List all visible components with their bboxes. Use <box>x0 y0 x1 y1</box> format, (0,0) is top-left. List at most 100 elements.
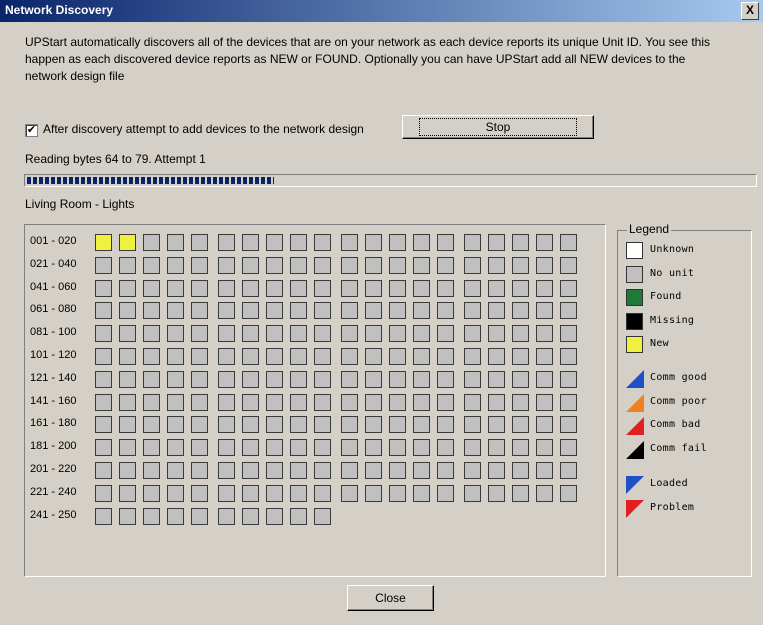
unit-cell[interactable] <box>167 439 184 456</box>
unit-cell[interactable] <box>218 394 235 411</box>
unit-cell[interactable] <box>488 234 505 251</box>
unit-cell[interactable] <box>464 325 481 342</box>
unit-cell[interactable] <box>119 234 136 251</box>
unit-cell[interactable] <box>437 280 454 297</box>
unit-cell[interactable] <box>95 280 112 297</box>
unit-cell[interactable] <box>314 439 331 456</box>
unit-cell[interactable] <box>242 257 259 274</box>
unit-cell[interactable] <box>191 302 208 319</box>
unit-cell[interactable] <box>413 302 430 319</box>
unit-cell[interactable] <box>95 508 112 525</box>
unit-cell[interactable] <box>191 462 208 479</box>
unit-cell[interactable] <box>143 325 160 342</box>
unit-cell[interactable] <box>536 325 553 342</box>
unit-cell[interactable] <box>290 439 307 456</box>
unit-cell[interactable] <box>389 257 406 274</box>
unit-cell[interactable] <box>266 257 283 274</box>
close-button[interactable]: Close <box>347 585 434 611</box>
unit-cell[interactable] <box>266 302 283 319</box>
unit-cell[interactable] <box>512 394 529 411</box>
unit-cell[interactable] <box>191 416 208 433</box>
unit-cell[interactable] <box>488 439 505 456</box>
unit-cell[interactable] <box>365 280 382 297</box>
unit-cell[interactable] <box>512 280 529 297</box>
unit-cell[interactable] <box>290 485 307 502</box>
unit-cell[interactable] <box>266 394 283 411</box>
unit-cell[interactable] <box>341 280 358 297</box>
unit-cell[interactable] <box>560 302 577 319</box>
unit-cell[interactable] <box>314 280 331 297</box>
unit-cell[interactable] <box>536 439 553 456</box>
unit-cell[interactable] <box>191 485 208 502</box>
unit-cell[interactable] <box>95 234 112 251</box>
unit-cell[interactable] <box>314 348 331 365</box>
unit-cell[interactable] <box>218 302 235 319</box>
stop-button[interactable]: Stop <box>402 115 594 139</box>
unit-cell[interactable] <box>242 234 259 251</box>
unit-cell[interactable] <box>167 325 184 342</box>
unit-cell[interactable] <box>290 462 307 479</box>
unit-cell[interactable] <box>488 394 505 411</box>
unit-cell[interactable] <box>464 439 481 456</box>
unit-cell[interactable] <box>536 485 553 502</box>
unit-cell[interactable] <box>95 325 112 342</box>
unit-cell[interactable] <box>488 280 505 297</box>
unit-cell[interactable] <box>218 416 235 433</box>
unit-cell[interactable] <box>389 485 406 502</box>
unit-cell[interactable] <box>218 234 235 251</box>
unit-cell[interactable] <box>290 394 307 411</box>
unit-cell[interactable] <box>389 280 406 297</box>
unit-cell[interactable] <box>242 280 259 297</box>
unit-cell[interactable] <box>167 462 184 479</box>
unit-cell[interactable] <box>536 280 553 297</box>
unit-cell[interactable] <box>242 462 259 479</box>
unit-cell[interactable] <box>290 302 307 319</box>
unit-cell[interactable] <box>560 439 577 456</box>
unit-cell[interactable] <box>413 325 430 342</box>
unit-cell[interactable] <box>365 302 382 319</box>
unit-cell[interactable] <box>365 462 382 479</box>
unit-cell[interactable] <box>437 234 454 251</box>
unit-cell[interactable] <box>119 485 136 502</box>
unit-cell[interactable] <box>341 439 358 456</box>
unit-cell[interactable] <box>314 462 331 479</box>
unit-cell[interactable] <box>95 485 112 502</box>
unit-cell[interactable] <box>266 416 283 433</box>
unit-cell[interactable] <box>512 325 529 342</box>
unit-cell[interactable] <box>266 371 283 388</box>
unit-cell[interactable] <box>95 439 112 456</box>
unit-cell[interactable] <box>167 280 184 297</box>
unit-cell[interactable] <box>536 348 553 365</box>
unit-cell[interactable] <box>389 348 406 365</box>
unit-cell[interactable] <box>512 234 529 251</box>
unit-cell[interactable] <box>389 416 406 433</box>
unit-cell[interactable] <box>191 371 208 388</box>
unit-cell[interactable] <box>167 394 184 411</box>
unit-cell[interactable] <box>95 462 112 479</box>
unit-cell[interactable] <box>314 371 331 388</box>
unit-cell[interactable] <box>119 280 136 297</box>
unit-cell[interactable] <box>341 257 358 274</box>
unit-cell[interactable] <box>191 439 208 456</box>
unit-cell[interactable] <box>560 485 577 502</box>
unit-cell[interactable] <box>560 371 577 388</box>
unit-cell[interactable] <box>119 508 136 525</box>
unit-cell[interactable] <box>143 485 160 502</box>
unit-cell[interactable] <box>242 416 259 433</box>
unit-cell[interactable] <box>488 462 505 479</box>
unit-cell[interactable] <box>341 348 358 365</box>
unit-cell[interactable] <box>365 234 382 251</box>
unit-cell[interactable] <box>464 394 481 411</box>
unit-cell[interactable] <box>167 302 184 319</box>
unit-cell[interactable] <box>536 302 553 319</box>
unit-cell[interactable] <box>290 508 307 525</box>
unit-cell[interactable] <box>488 257 505 274</box>
unit-cell[interactable] <box>167 234 184 251</box>
unit-cell[interactable] <box>560 416 577 433</box>
unit-cell[interactable] <box>560 462 577 479</box>
close-window-button[interactable]: X <box>741 2 759 20</box>
unit-cell[interactable] <box>167 485 184 502</box>
unit-cell[interactable] <box>464 485 481 502</box>
unit-cell[interactable] <box>95 257 112 274</box>
unit-cell[interactable] <box>314 257 331 274</box>
